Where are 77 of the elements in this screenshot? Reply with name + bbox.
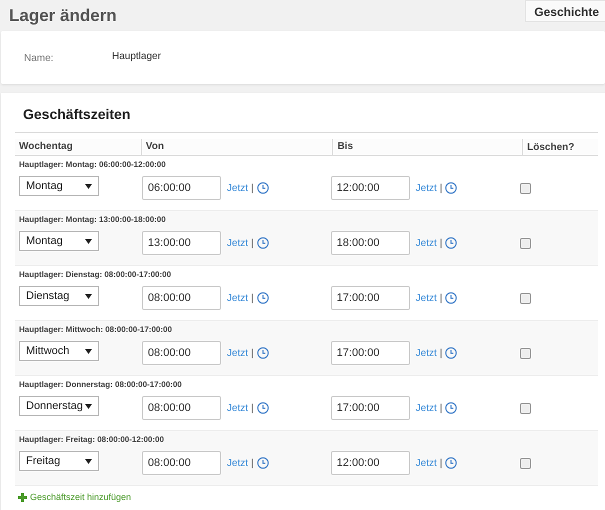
weekday-select[interactable]: Freitag	[19, 451, 99, 471]
separator: |	[440, 292, 442, 304]
time-field[interactable]: 08:00:00	[142, 396, 221, 420]
column-header: Von	[140, 139, 332, 155]
separator: |	[440, 402, 442, 414]
caret-icon	[85, 184, 92, 188]
separator: |	[440, 238, 442, 248]
now-link[interactable]: Jetzt	[416, 292, 437, 304]
caret-icon	[85, 458, 92, 464]
now-link[interactable]: Jetzt	[416, 182, 437, 194]
clock-icon[interactable]	[445, 292, 458, 304]
caret-icon	[85, 294, 92, 298]
clock-icon[interactable]	[445, 237, 458, 249]
name-value: Hauptlager	[112, 51, 161, 62]
time-field[interactable]: 18:00:00	[330, 231, 410, 255]
delete-checkbox[interactable]	[520, 238, 532, 248]
page-title: Lager ändern	[9, 6, 117, 26]
separator: |	[251, 402, 254, 414]
section-title: Geschäftszeiten	[23, 106, 132, 124]
clock-icon[interactable]	[256, 347, 269, 359]
now-link[interactable]: Jetzt	[416, 402, 437, 414]
clock-icon[interactable]	[445, 402, 458, 414]
row-caption: Hauptlager: Montag: 13:00:00-18:00:00	[19, 215, 167, 224]
column-header: Wochentag	[18, 140, 74, 154]
weekday-select[interactable]: Donnerstag	[19, 396, 99, 416]
separator: |	[251, 182, 254, 194]
time-field[interactable]: 08:00:00	[142, 286, 221, 310]
time-field[interactable]: 06:00:00	[142, 176, 221, 200]
time-field[interactable]: 13:00:00	[142, 231, 221, 255]
history-button[interactable]: Geschichte	[525, 0, 605, 22]
weekday-select[interactable]: Dienstag	[19, 286, 99, 306]
now-link[interactable]: Jetzt	[226, 182, 248, 194]
clock-icon[interactable]	[256, 182, 269, 194]
column-header: Bis	[332, 139, 522, 155]
separator: |	[251, 348, 254, 358]
time-field[interactable]: 17:00:00	[330, 396, 410, 420]
time-field[interactable]: 08:00:00	[142, 451, 221, 475]
delete-checkbox[interactable]	[520, 182, 532, 194]
time-field[interactable]: 17:00:00	[330, 341, 410, 365]
clock-icon[interactable]	[256, 292, 269, 304]
separator: |	[251, 458, 254, 468]
row-caption: Hauptlager: Donnerstag: 08:00:00-17:00:00	[19, 380, 183, 389]
clock-icon[interactable]	[256, 457, 269, 469]
row-caption: Hauptlager: Montag: 06:00:00-12:00:00	[19, 160, 167, 169]
clock-icon[interactable]	[256, 237, 269, 249]
name-label: Name:	[24, 53, 54, 64]
separator: |	[440, 348, 442, 358]
separator: |	[251, 292, 254, 304]
clock-icon[interactable]	[445, 182, 458, 194]
separator: |	[440, 182, 442, 194]
column-header: Löschen?	[522, 139, 598, 155]
plus-icon	[18, 492, 27, 502]
clock-icon[interactable]	[445, 347, 458, 359]
separator: |	[251, 238, 254, 248]
time-field[interactable]: 17:00:00	[330, 286, 410, 310]
caret-icon	[85, 238, 92, 244]
clock-icon[interactable]	[445, 457, 458, 469]
caret-icon	[85, 348, 92, 354]
caret-icon	[85, 404, 92, 408]
weekday-select[interactable]: Montag	[19, 231, 99, 251]
now-link[interactable]: Jetzt	[226, 292, 248, 304]
row-caption: Hauptlager: Mittwoch: 08:00:00-17:00:00	[19, 325, 173, 334]
separator: |	[440, 458, 442, 468]
time-field[interactable]: 08:00:00	[142, 341, 221, 365]
delete-checkbox[interactable]	[520, 348, 532, 358]
now-link[interactable]: Jetzt	[226, 402, 248, 414]
time-field[interactable]: 12:00:00	[330, 176, 410, 200]
delete-checkbox[interactable]	[520, 402, 532, 414]
time-field[interactable]: 12:00:00	[330, 451, 410, 475]
weekday-select[interactable]: Mittwoch	[19, 341, 99, 361]
weekday-select[interactable]: Montag	[19, 176, 99, 196]
clock-icon[interactable]	[256, 402, 269, 414]
row-caption: Hauptlager: Freitag: 08:00:00-12:00:00	[19, 435, 165, 444]
delete-checkbox[interactable]	[520, 292, 532, 304]
add-business-hours-link[interactable]: Geschäftszeit hinzufügen	[18, 492, 598, 502]
row-caption: Hauptlager: Dienstag: 08:00:00-17:00:00	[19, 270, 172, 279]
delete-checkbox[interactable]	[520, 458, 532, 468]
